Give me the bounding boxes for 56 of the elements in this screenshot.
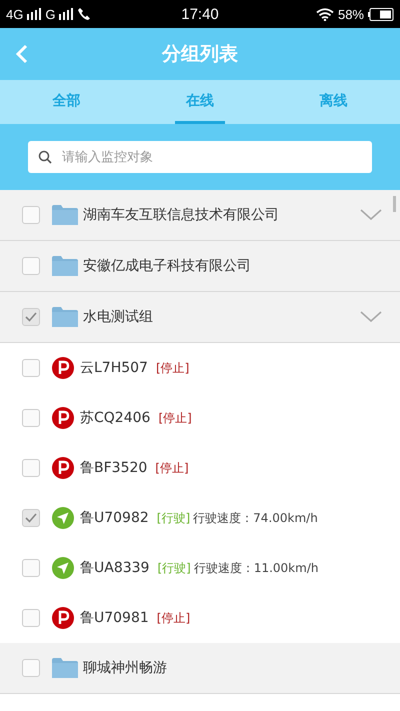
- search-field[interactable]: 请输入监控对象: [28, 141, 372, 173]
- parking-icon: [52, 607, 74, 629]
- plate-number: 鲁UA8339: [80, 559, 150, 577]
- chevron-down-icon[interactable]: [360, 209, 382, 221]
- checkbox[interactable]: [22, 308, 40, 326]
- back-button[interactable]: [14, 42, 30, 66]
- folder-icon: [52, 307, 78, 327]
- signal-icon: [59, 8, 74, 20]
- phone-icon: [77, 7, 92, 21]
- checkbox[interactable]: [22, 206, 40, 224]
- parking-icon: [52, 407, 74, 429]
- wifi-icon: [316, 8, 334, 20]
- status-label: [停止]: [156, 610, 190, 626]
- checkbox[interactable]: [22, 359, 40, 377]
- checkbox[interactable]: [22, 659, 40, 677]
- plate-number: 苏CQ2406: [80, 409, 150, 427]
- status-label: [行驶]: [157, 560, 191, 576]
- status-label: [行驶]: [156, 510, 190, 526]
- checkmark-icon: [24, 512, 38, 524]
- folder-icon: [52, 658, 78, 678]
- signal-icon: [27, 8, 42, 20]
- folder-icon: [52, 256, 78, 276]
- checkbox[interactable]: [22, 609, 40, 627]
- tab[interactable]: 离线: [308, 80, 358, 124]
- parking-icon: [52, 357, 74, 379]
- network-label: 4G: [6, 6, 24, 22]
- checkbox[interactable]: [22, 509, 40, 527]
- speed-text: 行驶速度：11.00km/h: [194, 560, 318, 576]
- plate-number: 云L7H507: [80, 359, 148, 377]
- network-label: G: [45, 6, 56, 22]
- plate-number: 鲁BF3520: [80, 459, 148, 477]
- group-name: 聊城神州畅游: [83, 659, 167, 677]
- group-name: 水电测试组: [83, 308, 153, 326]
- clock-time: 17:40: [181, 6, 219, 22]
- checkbox[interactable]: [22, 409, 40, 427]
- group-name: 安徽亿成电子科技有限公司: [83, 257, 251, 275]
- battery-percentage: 58%: [338, 6, 364, 22]
- search-icon: [38, 150, 52, 164]
- checkbox[interactable]: [22, 559, 40, 577]
- status-label: [停止]: [156, 360, 190, 376]
- scrollbar: [393, 196, 396, 212]
- group-name: 湖南车友互联信息技术有限公司: [83, 206, 279, 224]
- checkmark-icon: [24, 311, 38, 323]
- checkbox[interactable]: [22, 257, 40, 275]
- parking-icon: [52, 457, 74, 479]
- folder-icon: [52, 205, 78, 225]
- status-label: [停止]: [158, 410, 192, 426]
- page-title: 分组列表: [162, 42, 238, 67]
- plate-number: 鲁U70982: [80, 509, 149, 527]
- chevron-down-icon[interactable]: [360, 311, 382, 323]
- plate-number: 鲁U70981: [80, 609, 149, 627]
- checkbox[interactable]: [22, 459, 40, 477]
- speed-text: 行驶速度：74.00km/h: [193, 510, 318, 526]
- battery-icon: [368, 8, 394, 20]
- status-label: [停止]: [155, 460, 189, 476]
- tab[interactable]: 全部: [42, 80, 92, 124]
